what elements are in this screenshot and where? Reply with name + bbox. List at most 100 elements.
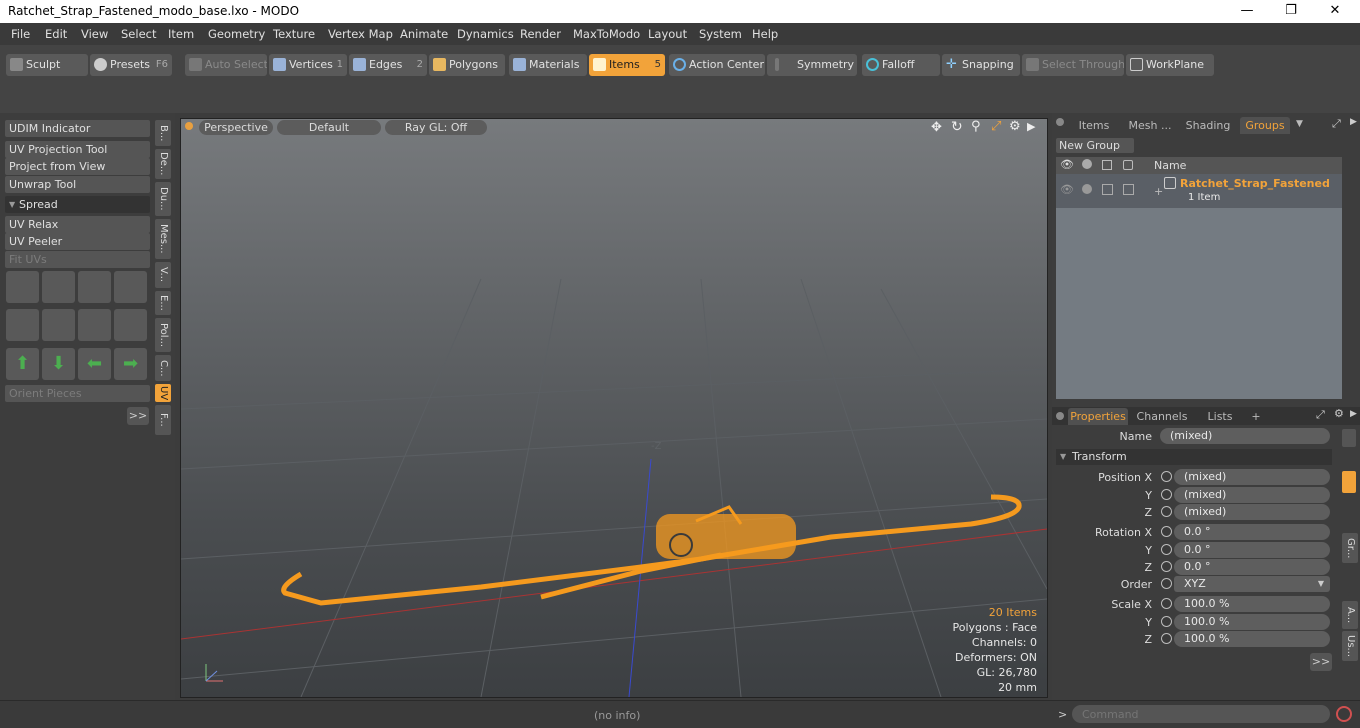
- orient-pieces-button[interactable]: Orient Pieces: [5, 385, 150, 402]
- menu-file[interactable]: File: [11, 27, 30, 41]
- items-button[interactable]: Items 5: [589, 54, 665, 76]
- rotation-x-animate-dot[interactable]: [1161, 526, 1172, 537]
- group-row[interactable]: 👁 + Ratchet_Strap_Fastened 1 Item: [1056, 174, 1342, 208]
- side-handle-top[interactable]: [1342, 429, 1356, 447]
- rotate-icon[interactable]: ↻: [951, 119, 963, 135]
- properties-gear-icon[interactable]: ⚙: [1334, 407, 1344, 420]
- edges-button[interactable]: Edges 2: [349, 54, 427, 76]
- group-name[interactable]: Ratchet_Strap_Fastened: [1180, 177, 1330, 190]
- presets-button[interactable]: Presets F6: [90, 54, 172, 76]
- materials-button[interactable]: Materials: [509, 54, 587, 76]
- ratchet-strap-mesh[interactable]: [281, 494, 1022, 606]
- expand-plus-icon[interactable]: +: [1154, 185, 1163, 198]
- minimize-button[interactable]: —: [1224, 0, 1270, 23]
- tab-dropdown-icon[interactable]: ▼: [1296, 119, 1303, 129]
- properties-more-button[interactable]: >>: [1310, 653, 1332, 671]
- scale-z-field[interactable]: 100.0 %: [1174, 631, 1330, 647]
- vtab-pol[interactable]: Pol...: [155, 318, 171, 352]
- maximize-panel-icon[interactable]: ⤢: [1332, 117, 1341, 131]
- uv-grid-icon[interactable]: [114, 309, 147, 341]
- fit-icon[interactable]: ⤢: [991, 119, 1001, 134]
- scale-x-animate-dot[interactable]: [1161, 598, 1172, 609]
- menu-vertex-map[interactable]: Vertex Map: [328, 27, 393, 41]
- uv-projection-tool-button[interactable]: UV Projection Tool: [5, 141, 150, 158]
- group-visibility-icon[interactable]: 👁: [1060, 183, 1074, 196]
- menu-system[interactable]: System: [699, 27, 742, 41]
- scale-x-field[interactable]: 100.0 %: [1174, 596, 1330, 612]
- tab-lists[interactable]: Lists: [1192, 408, 1248, 425]
- menu-dynamics[interactable]: Dynamics: [457, 27, 514, 41]
- order-dropdown[interactable]: XYZ ▼: [1174, 576, 1330, 592]
- position-z-animate-dot[interactable]: [1161, 506, 1172, 517]
- fit-uvs-button[interactable]: Fit UVs: [5, 251, 150, 268]
- menu-texture[interactable]: Texture: [273, 27, 315, 41]
- vtab-f[interactable]: F...: [155, 405, 171, 435]
- uv-box-icon[interactable]: [114, 271, 147, 303]
- expand-more-button[interactable]: >>: [127, 407, 149, 425]
- vtab-de[interactable]: De...: [155, 149, 171, 179]
- maximize-button[interactable]: ❐: [1268, 0, 1314, 23]
- snapping-button[interactable]: ✛ Snapping: [942, 54, 1020, 76]
- panel-menu-icon[interactable]: [1056, 118, 1064, 126]
- viewport-menu-icon[interactable]: [185, 122, 193, 130]
- play-arrow-icon[interactable]: ▶: [1027, 120, 1035, 133]
- group-render-icon[interactable]: [1082, 184, 1092, 194]
- arrow-right-icon[interactable]: ➡: [114, 348, 147, 380]
- pan-icon[interactable]: ✥: [931, 120, 942, 135]
- perspective-dropdown[interactable]: Perspective: [199, 120, 273, 135]
- order-animate-dot[interactable]: [1161, 578, 1172, 589]
- uv-peeler-button[interactable]: UV Peeler: [5, 233, 150, 250]
- vtab-uv[interactable]: UV: [155, 384, 171, 402]
- tab-groups[interactable]: Groups: [1240, 117, 1290, 134]
- scale-z-animate-dot[interactable]: [1161, 633, 1172, 644]
- unwrap-tool-button[interactable]: Unwrap Tool: [5, 176, 150, 193]
- tab-properties[interactable]: Properties: [1068, 408, 1128, 425]
- rotation-z-animate-dot[interactable]: [1161, 561, 1172, 572]
- tab-channels[interactable]: Channels: [1134, 408, 1190, 425]
- uv-move-icon[interactable]: [78, 271, 111, 303]
- project-from-view-button[interactable]: Project from View: [5, 158, 150, 175]
- 3d-viewport[interactable]: Perspective Default Ray GL: Off ✥ ↻ ⚲ ⤢ …: [180, 118, 1048, 698]
- arrow-down-icon[interactable]: ⬇: [42, 348, 75, 380]
- menu-maxtomodo[interactable]: MaxToModo: [573, 27, 640, 41]
- tab-shading[interactable]: Shading: [1180, 117, 1236, 134]
- menu-help[interactable]: Help: [752, 27, 778, 41]
- gear-icon[interactable]: ⚙: [1009, 119, 1021, 134]
- vertices-button[interactable]: Vertices 1: [269, 54, 347, 76]
- shading-default-dropdown[interactable]: Default: [277, 120, 381, 135]
- menu-render[interactable]: Render: [520, 27, 561, 41]
- add-tab-button[interactable]: +: [1250, 408, 1262, 425]
- raygl-dropdown[interactable]: Ray GL: Off: [385, 120, 487, 135]
- menu-geometry[interactable]: Geometry: [208, 27, 265, 41]
- position-y-field[interactable]: (mixed): [1174, 487, 1330, 503]
- udim-indicator-button[interactable]: UDIM Indicator: [5, 120, 150, 137]
- scale-y-animate-dot[interactable]: [1161, 616, 1172, 627]
- name-field[interactable]: (mixed): [1160, 428, 1330, 444]
- properties-menu-icon[interactable]: [1056, 412, 1064, 420]
- transform-section[interactable]: ▼ Transform: [1056, 449, 1332, 465]
- position-z-field[interactable]: (mixed): [1174, 504, 1330, 520]
- arrow-left-icon[interactable]: ⬅: [78, 348, 111, 380]
- menu-layout[interactable]: Layout: [648, 27, 687, 41]
- uv-cylinder-icon[interactable]: [42, 271, 75, 303]
- command-input[interactable]: [1072, 705, 1330, 723]
- uv-transform-icon[interactable]: [6, 271, 39, 303]
- tab-items[interactable]: Items: [1068, 117, 1120, 134]
- menu-select[interactable]: Select: [121, 27, 156, 41]
- new-group-button[interactable]: New Group: [1056, 138, 1134, 153]
- sculpt-button[interactable]: Sculpt: [6, 54, 88, 76]
- properties-maximize-icon[interactable]: ⤢: [1316, 408, 1325, 422]
- rotation-y-field[interactable]: 0.0 °: [1174, 542, 1330, 558]
- menu-animate[interactable]: Animate: [400, 27, 448, 41]
- scale-y-field[interactable]: 100.0 %: [1174, 614, 1330, 630]
- vtab-mes[interactable]: Mes...: [155, 219, 171, 259]
- zoom-icon[interactable]: ⚲: [971, 119, 981, 134]
- vtab-v[interactable]: V...: [155, 262, 171, 288]
- position-x-field[interactable]: (mixed): [1174, 469, 1330, 485]
- menu-view[interactable]: View: [81, 27, 108, 41]
- uv-relax-button[interactable]: UV Relax: [5, 216, 150, 233]
- panel-arrow-icon[interactable]: ▶: [1350, 117, 1357, 127]
- rotation-z-field[interactable]: 0.0 °: [1174, 559, 1330, 575]
- vtab-c[interactable]: C...: [155, 355, 171, 381]
- uv-pyramid-icon[interactable]: [78, 309, 111, 341]
